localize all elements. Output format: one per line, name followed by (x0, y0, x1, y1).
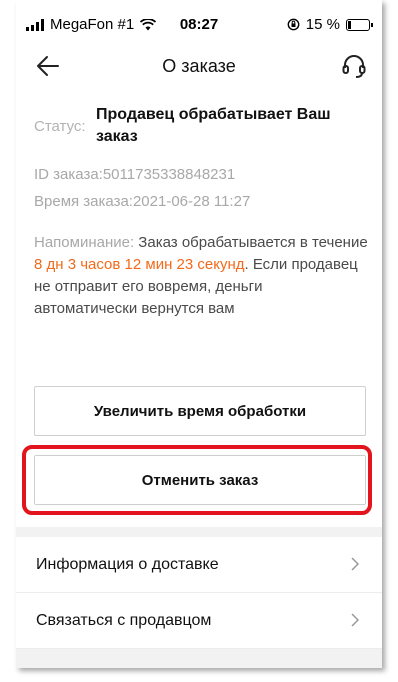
section-divider (16, 649, 382, 668)
order-id-label: ID заказа: (34, 166, 103, 183)
page-title: О заказе (162, 56, 236, 76)
delivery-info-row[interactable]: Информация о доставке (16, 537, 382, 593)
status-value: Продавец обрабатывает Ваш заказ (96, 106, 331, 145)
orientation-lock-icon (287, 18, 300, 31)
reminder-label: Напоминание: (34, 234, 135, 251)
order-time-value: 2021-06-28 11:27 (132, 193, 251, 210)
battery-percent: 15 % (305, 16, 340, 33)
status-bar: MegaFon #1 08:27 15 % (16, 0, 382, 40)
headset-icon[interactable] (340, 52, 368, 80)
reminder-text: Напоминание: Заказ обрабатывается в тече… (34, 232, 368, 320)
order-id-value: 5011735338848231 (102, 166, 236, 183)
section-divider (16, 527, 382, 537)
status-label: Статус: (34, 118, 86, 135)
extend-processing-time-button[interactable]: Увеличить время обработки (34, 386, 366, 436)
battery-icon (346, 18, 373, 31)
chevron-right-icon (351, 613, 360, 627)
highlight-outline (22, 445, 372, 515)
order-time-label: Время заказа: (34, 193, 133, 210)
reminder-text-before: Заказ обрабатывается в течение (134, 234, 368, 251)
contact-seller-label: Связаться с продавцом (36, 612, 212, 629)
screenshot-frame: MegaFon #1 08:27 15 % О заказе Статус: П… (0, 0, 398, 682)
battery-level (348, 20, 351, 29)
delivery-info-label: Информация о доставке (36, 556, 219, 573)
phone-screen: MegaFon #1 08:27 15 % О заказе Статус: П… (16, 0, 382, 668)
nav-bar: О заказе (16, 44, 382, 88)
order-id: ID заказа:5011735338848231 (34, 166, 235, 183)
order-time: Время заказа:2021-06-28 11:27 (34, 193, 250, 210)
chevron-right-icon (351, 557, 360, 571)
status-right: 15 % (287, 16, 373, 33)
countdown-timer: 8 дн 3 часов 12 мин 23 секунд (34, 256, 245, 273)
contact-seller-row[interactable]: Связаться с продавцом (16, 593, 382, 649)
